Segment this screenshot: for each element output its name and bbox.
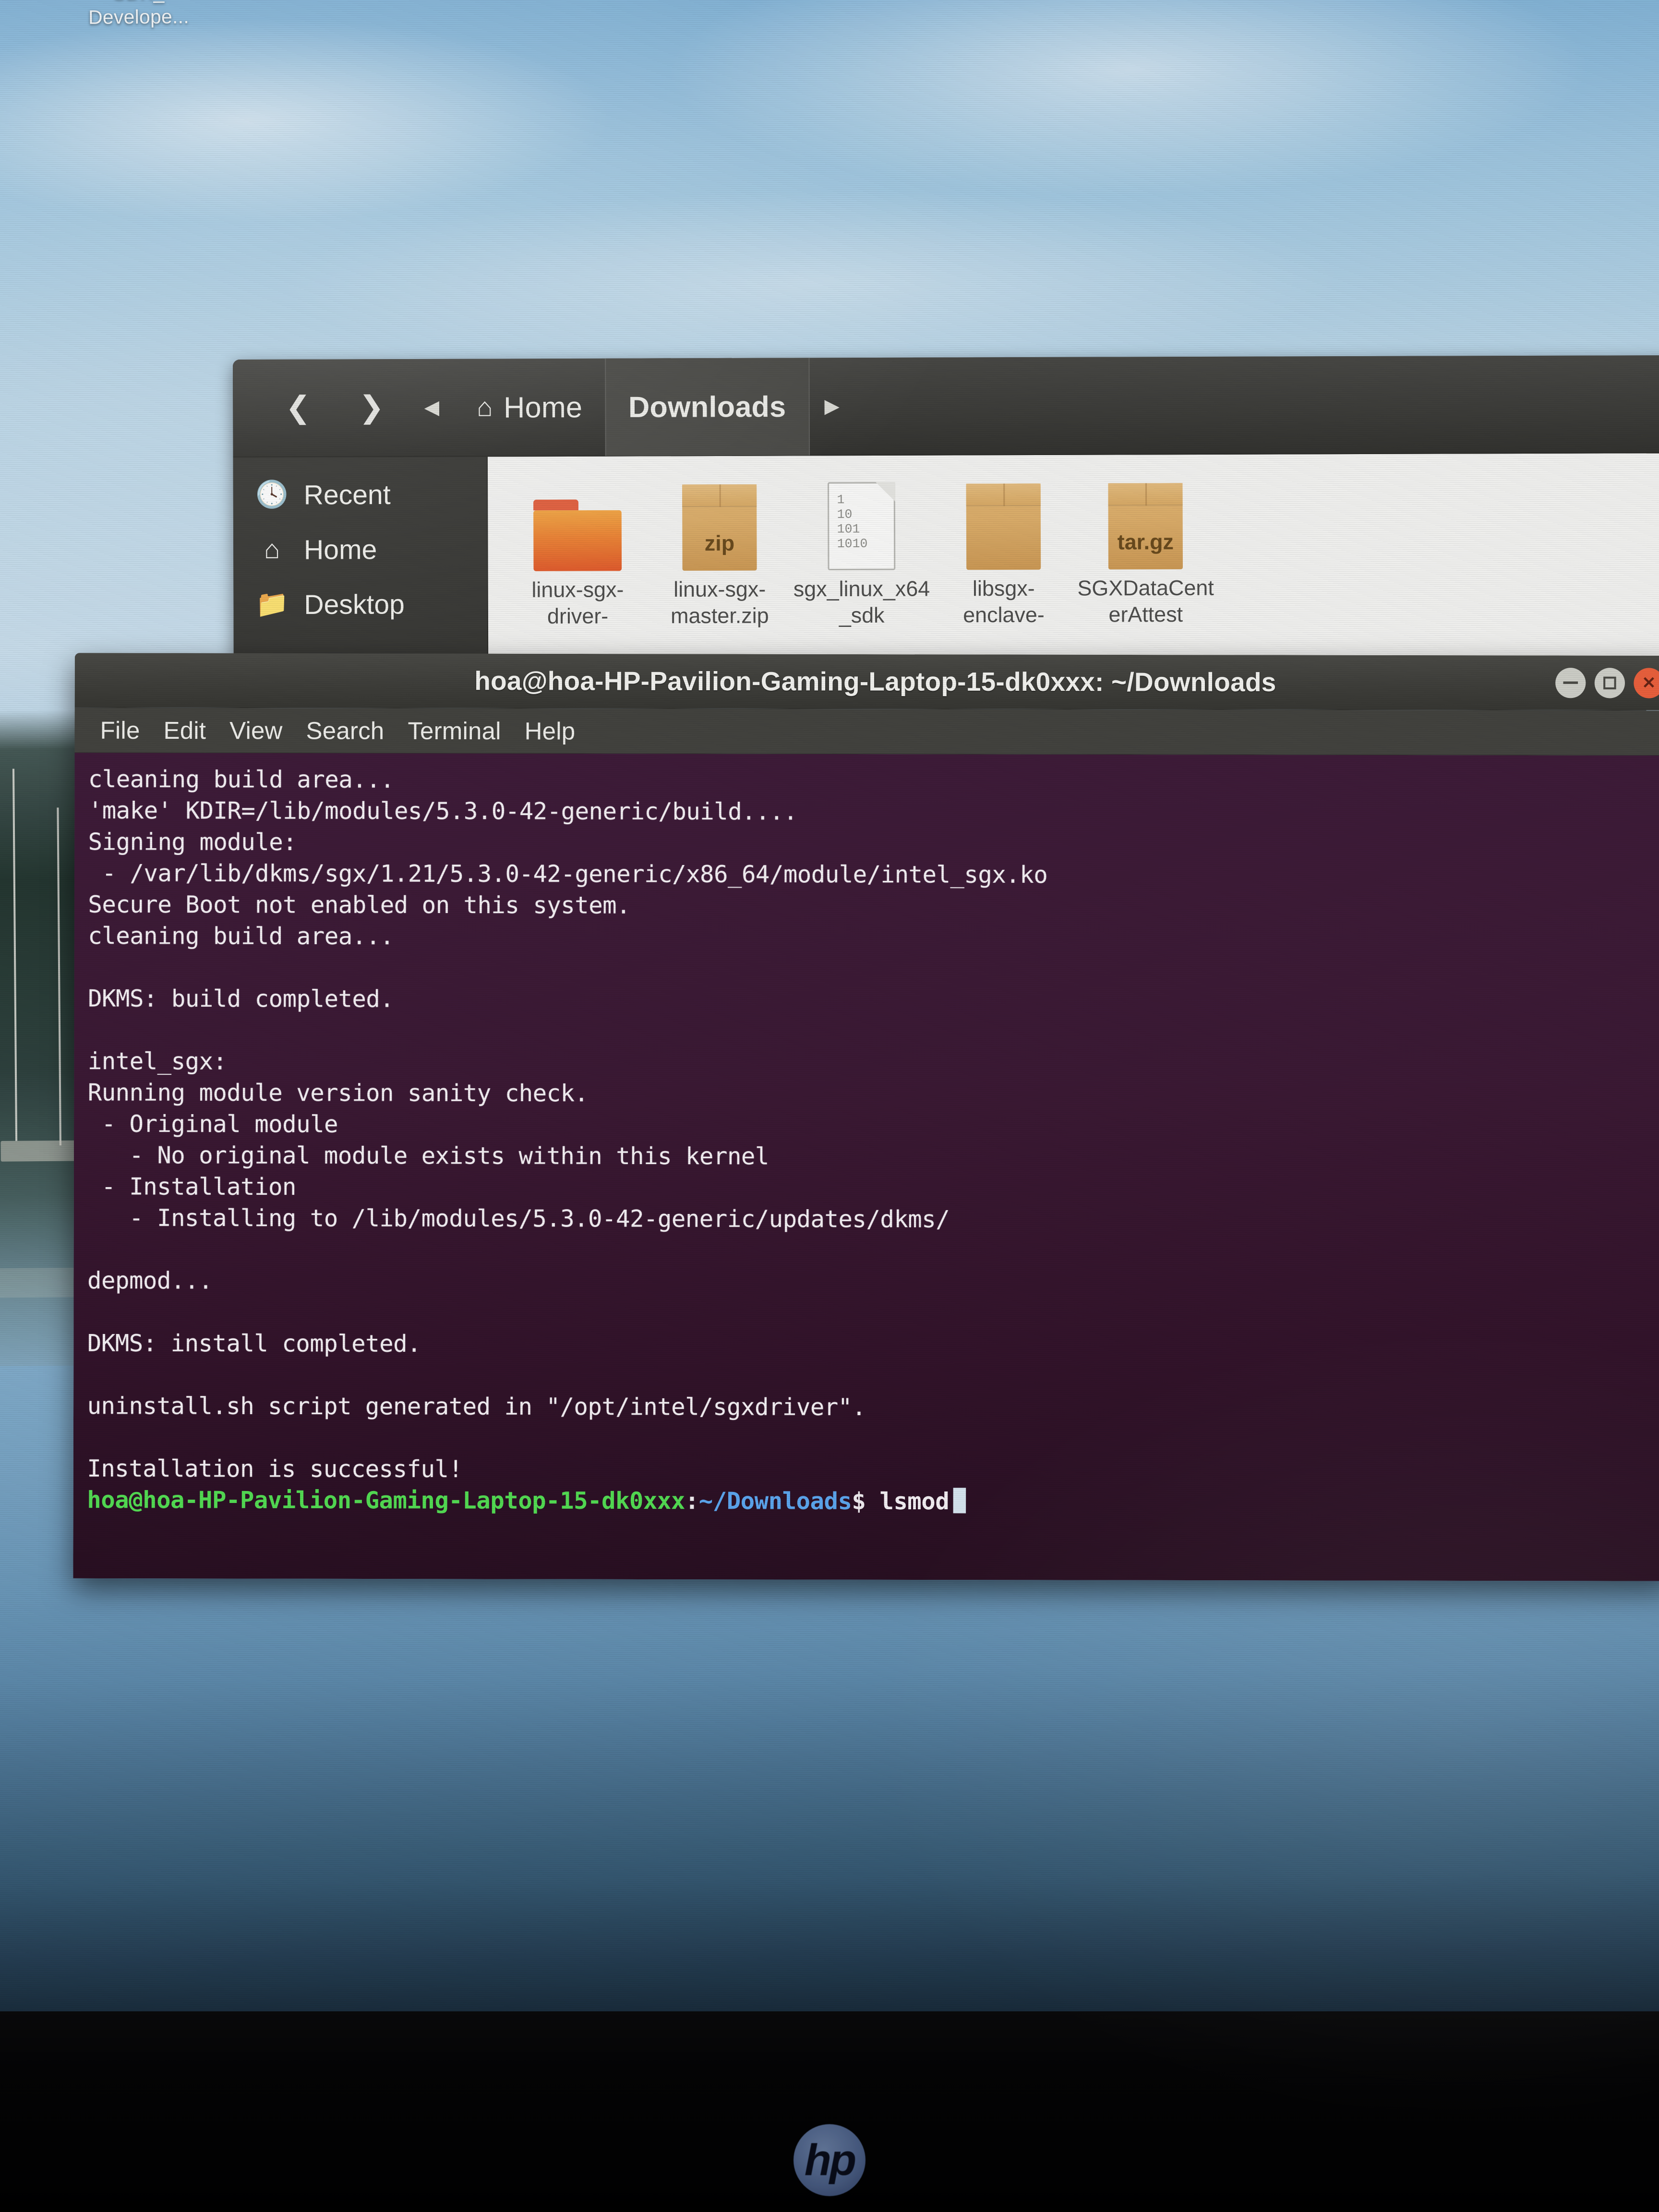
minimize-icon bbox=[1563, 682, 1578, 684]
file-item[interactable]: 1 10 101 1010 sgx_linux_x64_sdk bbox=[790, 469, 933, 661]
sidebar-item-home-label: Home bbox=[304, 533, 377, 565]
breadcrumb-item-home-label: Home bbox=[504, 390, 582, 424]
file-item-label: libsgx-enclave- bbox=[933, 576, 1075, 629]
navigation-button-group: ❮ ❯ bbox=[261, 359, 409, 457]
prompt-symbol: $ bbox=[852, 1488, 866, 1515]
prompt-user-host: hoa@hoa-HP-Pavilion-Gaming-Laptop-15-dk0… bbox=[87, 1486, 685, 1515]
targz-archive-icon: tar.gz bbox=[1074, 471, 1216, 570]
menu-item-terminal[interactable]: Terminal bbox=[396, 716, 513, 745]
triangle-left-icon: ◀ bbox=[424, 396, 440, 419]
file-manager-window[interactable]: ❮ ❯ ◀ ⌂ Home Downloads bbox=[233, 355, 1659, 663]
file-manager-sidebar: 🕓 Recent ⌂ Home 📁 Desktop bbox=[233, 457, 489, 663]
sidebar-item-recent-label: Recent bbox=[304, 478, 391, 510]
home-icon: ⌂ bbox=[477, 392, 493, 422]
sidebar-item-desktop[interactable]: 📁 Desktop bbox=[233, 576, 487, 632]
file-item[interactable]: zip linux-sgx-master.zip bbox=[649, 469, 791, 662]
menu-item-view[interactable]: View bbox=[218, 716, 295, 745]
menu-item-edit[interactable]: Edit bbox=[152, 716, 218, 744]
file-item-label: SGXDataCenterAttest bbox=[1075, 575, 1217, 628]
archive-extension-label: tar.gz bbox=[1108, 530, 1183, 554]
file-item[interactable]: linux-sgx-driver- bbox=[506, 470, 649, 662]
binary-file-bits: 1 10 101 1010 bbox=[837, 493, 867, 552]
desktop-icon-label[interactable]: SDK_ Develope... bbox=[50, 0, 227, 30]
folder-icon: 📁 bbox=[257, 589, 287, 619]
file-manager-headerbar: ❮ ❯ ◀ ⌂ Home Downloads bbox=[233, 355, 1659, 457]
menu-item-search[interactable]: Search bbox=[294, 716, 396, 745]
cloud bbox=[272, 185, 1351, 380]
triangle-right-icon: ▶ bbox=[824, 395, 840, 418]
terminal-command: lsmod bbox=[866, 1488, 949, 1515]
archive-icon bbox=[932, 472, 1074, 570]
chevron-right-icon: ❯ bbox=[359, 392, 384, 422]
hp-logo: hp bbox=[793, 2124, 866, 2196]
file-item-label: linux-sgx-master.zip bbox=[649, 576, 791, 629]
minimize-button[interactable] bbox=[1555, 668, 1586, 698]
terminal-output-area[interactable]: cleaning build area... 'make' KDIR=/lib/… bbox=[73, 753, 1659, 1581]
photograph-of-laptop-screen: SDK_ Develope... ❮ ❯ ◀ bbox=[0, 0, 1659, 2212]
file-item[interactable]: libsgx-enclave- bbox=[932, 469, 1075, 661]
back-button[interactable]: ❮ bbox=[261, 359, 335, 457]
file-manager-body: 🕓 Recent ⌂ Home 📁 Desktop bbox=[233, 453, 1659, 663]
chevron-left-icon: ❮ bbox=[285, 393, 311, 423]
breadcrumb-item-downloads[interactable]: Downloads bbox=[605, 357, 810, 456]
file-item[interactable]: tar.gz SGXDataCenterAttest bbox=[1074, 469, 1217, 661]
terminal-title: hoa@hoa-HP-Pavilion-Gaming-Laptop-15-dk0… bbox=[474, 666, 1276, 697]
window-controls: ✕ bbox=[1555, 668, 1659, 698]
cloud bbox=[0, 15, 615, 226]
prompt-separator: : bbox=[685, 1487, 699, 1515]
breadcrumb: ⌂ Home Downloads bbox=[454, 357, 810, 456]
boat-mast bbox=[57, 807, 61, 1145]
terminal-titlebar[interactable]: hoa@hoa-HP-Pavilion-Gaming-Laptop-15-dk0… bbox=[75, 653, 1659, 710]
forward-button[interactable]: ❯ bbox=[335, 359, 409, 457]
zip-archive-icon: zip bbox=[649, 472, 791, 571]
desktop-icon-label-line1: SDK_ Develope... bbox=[50, 0, 227, 30]
folder-icon bbox=[506, 473, 649, 571]
laptop-screen: SDK_ Develope... ❮ ❯ ◀ bbox=[0, 0, 1659, 2049]
sidebar-item-desktop-label: Desktop bbox=[304, 588, 405, 620]
maximize-icon bbox=[1603, 676, 1616, 689]
breadcrumb-item-home[interactable]: ⌂ Home bbox=[454, 358, 605, 457]
sidebar-item-recent[interactable]: 🕓 Recent bbox=[233, 467, 487, 522]
binary-file-icon: 1 10 101 1010 bbox=[790, 472, 932, 570]
sidebar-item-home[interactable]: ⌂ Home bbox=[233, 521, 487, 577]
terminal-menubar: File Edit View Search Terminal Help bbox=[74, 708, 1659, 756]
archive-extension-label: zip bbox=[682, 531, 757, 556]
terminal-window[interactable]: hoa@hoa-HP-Pavilion-Gaming-Laptop-15-dk0… bbox=[73, 653, 1659, 1581]
file-item-label: sgx_linux_x64_sdk bbox=[791, 576, 933, 629]
breadcrumb-scroll-right-button[interactable]: ▶ bbox=[809, 395, 854, 418]
clock-icon: 🕓 bbox=[257, 480, 287, 510]
terminal-prompt-line: hoa@hoa-HP-Pavilion-Gaming-Laptop-15-dk0… bbox=[87, 1484, 1659, 1518]
home-icon: ⌂ bbox=[257, 534, 287, 565]
file-item-label: linux-sgx-driver- bbox=[506, 577, 649, 630]
file-list-grid[interactable]: linux-sgx-driver- zip linux-sgx-master.z… bbox=[488, 453, 1659, 662]
maximize-button[interactable] bbox=[1595, 668, 1625, 698]
close-button[interactable]: ✕ bbox=[1634, 668, 1659, 698]
prompt-path: ~/Downloads bbox=[699, 1487, 852, 1515]
close-icon: ✕ bbox=[1642, 673, 1656, 693]
menu-item-help[interactable]: Help bbox=[513, 717, 587, 745]
breadcrumb-item-downloads-label: Downloads bbox=[628, 389, 786, 423]
cloud bbox=[662, 0, 1594, 201]
text-cursor bbox=[953, 1488, 966, 1513]
breadcrumb-scroll-left-button[interactable]: ◀ bbox=[409, 396, 454, 419]
menu-item-file[interactable]: File bbox=[88, 716, 152, 744]
terminal-output-text: cleaning build area... 'make' KDIR=/lib/… bbox=[87, 764, 1659, 1487]
boat-mast bbox=[12, 769, 17, 1141]
